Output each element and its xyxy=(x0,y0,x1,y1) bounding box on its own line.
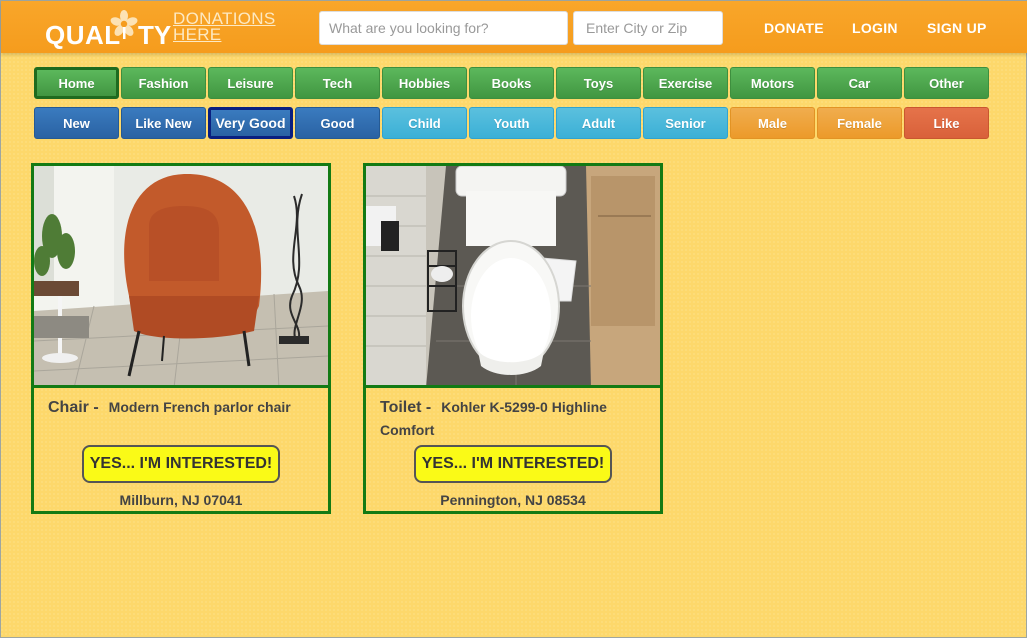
age-senior-button[interactable]: Senior xyxy=(643,107,728,139)
top-bar: QUAL TY DONATIONS HERE DONATE LOGIN SIGN… xyxy=(1,1,1027,53)
category-hobbies-button[interactable]: Hobbies xyxy=(382,67,467,99)
condition-good-button[interactable]: Good xyxy=(295,107,380,139)
toilet-image xyxy=(366,166,660,385)
listing-title: Toilet - Kohler K-5299-0 Highline Comfort xyxy=(380,396,655,441)
category-home-button[interactable]: Home xyxy=(34,67,119,99)
gender-male-button[interactable]: Male xyxy=(730,107,815,139)
category-tech-button[interactable]: Tech xyxy=(295,67,380,99)
age-child-button[interactable]: Child xyxy=(382,107,467,139)
category-exercise-button[interactable]: Exercise xyxy=(643,67,728,99)
chair-image xyxy=(34,166,328,385)
condition-new-button[interactable]: New xyxy=(34,107,119,139)
listing-card[interactable]: Chair - Modern French parlor chair YES...… xyxy=(31,163,331,514)
condition-very-good-button[interactable]: Very Good xyxy=(208,107,293,139)
logo-text-ty: TY xyxy=(138,20,172,50)
category-fashion-button[interactable]: Fashion xyxy=(121,67,206,99)
flower-icon xyxy=(110,10,138,39)
age-adult-button[interactable]: Adult xyxy=(556,107,641,139)
category-toys-button[interactable]: Toys xyxy=(556,67,641,99)
category-leisure-button[interactable]: Leisure xyxy=(208,67,293,99)
listing-photo-chair[interactable] xyxy=(34,166,328,388)
category-books-button[interactable]: Books xyxy=(469,67,554,99)
listing-item-name: Toilet - xyxy=(380,399,432,416)
attribute-filter-row: New Like New Very Good Good Child Youth … xyxy=(34,107,991,139)
listing-card[interactable]: Toilet - Kohler K-5299-0 Highline Comfort… xyxy=(363,163,663,514)
category-car-button[interactable]: Car xyxy=(817,67,902,99)
category-filter-row: Home Fashion Leisure Tech Hobbies Books … xyxy=(34,67,991,99)
listing-description: Modern French parlor chair xyxy=(108,399,291,415)
listing-title: Chair - Modern French parlor chair xyxy=(48,396,323,419)
category-other-button[interactable]: Other xyxy=(904,67,989,99)
category-motors-button[interactable]: Motors xyxy=(730,67,815,99)
listing-photo-toilet[interactable] xyxy=(366,166,660,388)
city-zip-input[interactable] xyxy=(573,11,723,45)
search-input[interactable] xyxy=(319,11,568,45)
listing-location: Millburn, NJ 07041 xyxy=(119,492,243,508)
interested-button[interactable]: YES... I'M INTERESTED! xyxy=(82,445,280,483)
interested-button[interactable]: YES... I'M INTERESTED! xyxy=(414,445,612,483)
condition-like-new-button[interactable]: Like New xyxy=(121,107,206,139)
signup-link[interactable]: SIGN UP xyxy=(927,20,987,36)
logo[interactable]: QUAL TY DONATIONS HERE xyxy=(45,9,276,50)
logo-tagline: DONATIONS HERE xyxy=(173,10,276,44)
age-youth-button[interactable]: Youth xyxy=(469,107,554,139)
login-link[interactable]: LOGIN xyxy=(852,20,898,36)
donate-link[interactable]: DONATE xyxy=(764,20,824,36)
logo-tagline-line2: HERE xyxy=(173,25,222,44)
listing-location: Pennington, NJ 08534 xyxy=(440,492,586,508)
like-button[interactable]: Like xyxy=(904,107,989,139)
listing-item-name: Chair - xyxy=(48,399,99,416)
gender-female-button[interactable]: Female xyxy=(817,107,902,139)
